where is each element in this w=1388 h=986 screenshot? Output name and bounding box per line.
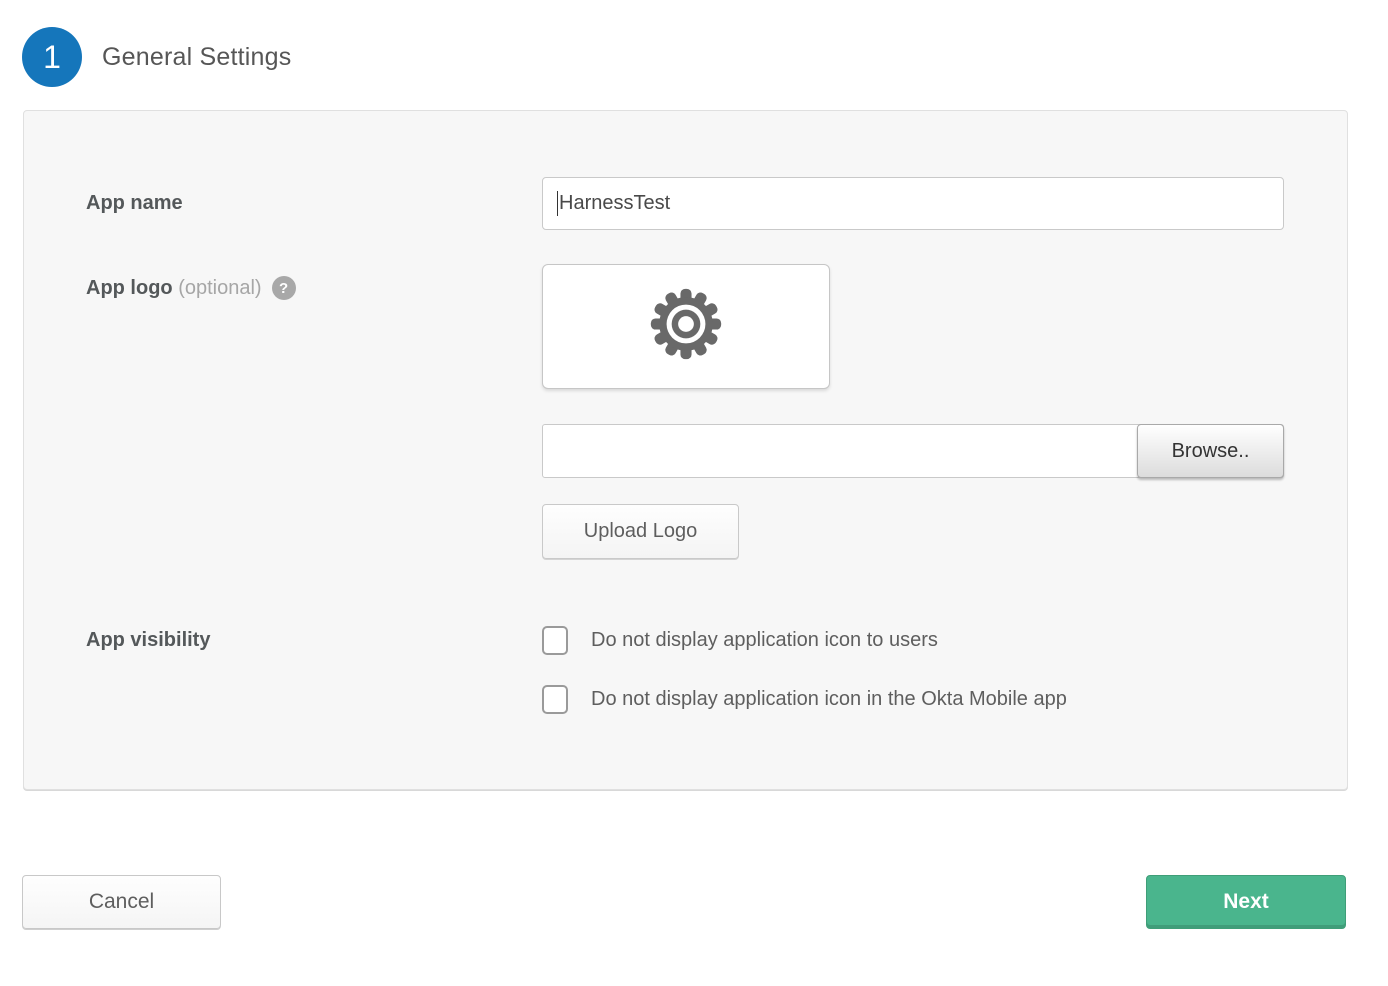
general-settings-panel: App name App logo (optional) ? bbox=[23, 110, 1348, 790]
cancel-button[interactable]: Cancel bbox=[22, 875, 221, 929]
app-logo-row: App logo (optional) ? bbox=[24, 264, 1347, 559]
app-name-control-col bbox=[542, 177, 1284, 230]
checkbox-hide-icon-mobile[interactable] bbox=[542, 685, 568, 714]
app-logo-label: App logo (optional) bbox=[86, 277, 262, 300]
step-number: 1 bbox=[43, 39, 61, 76]
app-name-label: App name bbox=[86, 192, 183, 214]
app-logo-label-col: App logo (optional) ? bbox=[24, 264, 542, 300]
app-logo-preview bbox=[542, 264, 830, 389]
checkbox-label-hide-icon-users[interactable]: Do not display application icon to users bbox=[591, 629, 938, 652]
checkbox-label-hide-icon-mobile[interactable]: Do not display application icon in the O… bbox=[591, 688, 1067, 711]
app-logo-optional-text: (optional) bbox=[178, 277, 261, 299]
next-button[interactable]: Next bbox=[1146, 875, 1346, 929]
app-name-input-wrap bbox=[542, 177, 1284, 230]
visibility-option-mobile: Do not display application icon in the O… bbox=[542, 685, 1284, 714]
step-header: 1 General Settings bbox=[0, 0, 1388, 87]
logo-file-input-row: Browse.. bbox=[542, 424, 1284, 478]
app-visibility-row: App visibility Do not display applicatio… bbox=[24, 626, 1347, 714]
gear-icon bbox=[649, 287, 723, 366]
app-visibility-label-col: App visibility bbox=[24, 626, 542, 652]
step-number-badge: 1 bbox=[22, 27, 82, 87]
app-name-row: App name bbox=[24, 177, 1347, 230]
page-title: General Settings bbox=[102, 43, 291, 72]
question-mark-icon[interactable]: ? bbox=[272, 276, 296, 300]
wizard-footer: Cancel Next bbox=[22, 875, 1346, 929]
app-visibility-label: App visibility bbox=[86, 629, 210, 651]
app-logo-control-col: Browse.. Upload Logo bbox=[542, 264, 1284, 559]
browse-button[interactable]: Browse.. bbox=[1137, 424, 1284, 478]
text-cursor bbox=[557, 191, 558, 216]
upload-logo-button[interactable]: Upload Logo bbox=[542, 504, 739, 559]
app-visibility-control-col: Do not display application icon to users… bbox=[542, 626, 1284, 714]
general-settings-page: 1 General Settings App name App logo (op… bbox=[0, 0, 1388, 986]
visibility-option-users: Do not display application icon to users bbox=[542, 626, 1284, 655]
checkbox-hide-icon-users[interactable] bbox=[542, 626, 568, 655]
app-name-label-col: App name bbox=[24, 192, 542, 215]
app-name-input[interactable] bbox=[542, 177, 1284, 230]
